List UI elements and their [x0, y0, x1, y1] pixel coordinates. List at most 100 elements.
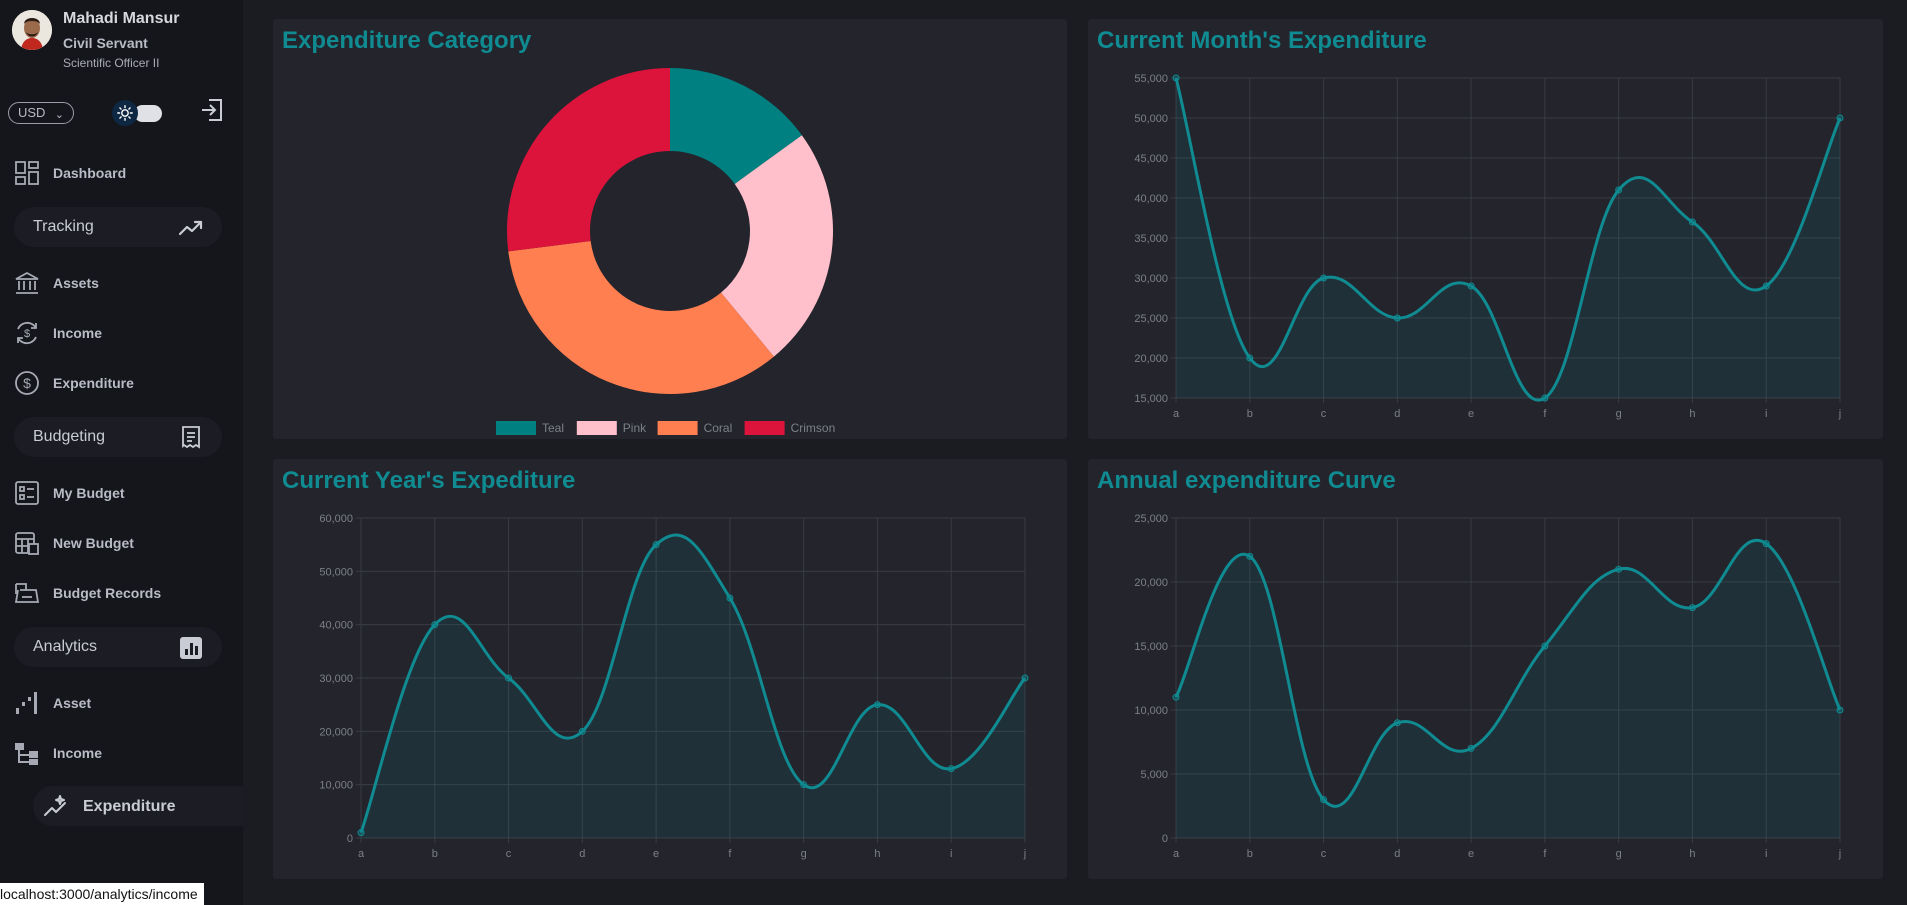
y-tick-label: 30,000: [319, 673, 353, 685]
panel-current-month: Current Month's Expenditure 15,000 20,000…: [1088, 19, 1883, 439]
panel-expenditure-category: Expenditure Category Teal Pink Coral Crimso…: [273, 19, 1067, 439]
legend-label: Pink: [623, 421, 647, 435]
data-point[interactable]: [1320, 796, 1328, 804]
data-point[interactable]: [1467, 282, 1475, 290]
section-budgeting[interactable]: Budgeting: [14, 417, 222, 457]
sparkle-trend-icon: [43, 793, 69, 819]
data-point[interactable]: [1615, 565, 1623, 573]
y-tick-label: 10,000: [1134, 705, 1168, 717]
legend-label: Coral: [704, 421, 733, 435]
y-tick-label: 35,000: [1134, 233, 1168, 245]
y-tick-label: 50,000: [1134, 113, 1168, 125]
data-point[interactable]: [578, 727, 586, 735]
data-point[interactable]: [1762, 540, 1770, 548]
legend-item-teal[interactable]: Teal: [496, 421, 564, 435]
data-point[interactable]: [947, 765, 955, 773]
data-point[interactable]: [1172, 74, 1180, 82]
data-point[interactable]: [1246, 552, 1254, 560]
x-tick-label: h: [1689, 408, 1695, 420]
legend-item-crimson[interactable]: Crimson: [744, 421, 836, 435]
panel-current-year: Current Year's Expediture 0 10,000 20,000 3…: [273, 459, 1067, 879]
theme-toggle[interactable]: [112, 100, 162, 126]
nav-assets[interactable]: Assets: [0, 262, 243, 302]
legend-item-coral[interactable]: Coral: [657, 421, 733, 435]
x-tick-label: d: [579, 848, 585, 860]
section-tracking[interactable]: Tracking: [14, 207, 222, 247]
currency-value: USD: [18, 105, 46, 120]
area-fill: [1176, 540, 1840, 838]
logout-icon[interactable]: [199, 97, 225, 123]
nav-dashboard[interactable]: Dashboard: [0, 152, 243, 192]
data-point[interactable]: [1172, 693, 1180, 701]
nav-analytics-expenditure-label: Expenditure: [83, 798, 176, 815]
data-point[interactable]: [1393, 314, 1401, 322]
nav-income[interactable]: $ Income: [0, 312, 243, 352]
hierarchy-icon: [14, 740, 40, 766]
y-tick-label: 45,000: [1134, 153, 1168, 165]
nav-new-budget[interactable]: New Budget: [0, 522, 243, 562]
y-tick-label: 5,000: [1140, 769, 1168, 781]
toggle-track: [134, 105, 162, 122]
currency-select[interactable]: USD ⌄: [8, 102, 74, 124]
receipt-icon: [178, 425, 204, 451]
donut-slice-coral[interactable]: [508, 241, 774, 394]
avatar[interactable]: [12, 10, 52, 50]
x-tick-label: a: [1173, 848, 1180, 860]
data-point[interactable]: [1541, 642, 1549, 650]
y-tick-label: 30,000: [1134, 273, 1168, 285]
data-point[interactable]: [1246, 354, 1254, 362]
profile-title: Scientific Officer II: [63, 56, 160, 70]
nav-expenditure-label: Expenditure: [53, 375, 134, 391]
data-point[interactable]: [1541, 394, 1549, 402]
data-point[interactable]: [1762, 282, 1770, 290]
y-tick-label: 15,000: [1134, 393, 1168, 405]
section-budgeting-label: Budgeting: [33, 428, 106, 445]
data-point[interactable]: [357, 829, 365, 837]
nav-analytics-asset[interactable]: Asset: [0, 682, 243, 722]
data-point[interactable]: [1467, 744, 1475, 752]
svg-text:$: $: [24, 328, 30, 340]
x-tick-label: a: [1173, 408, 1180, 420]
data-point[interactable]: [726, 594, 734, 602]
data-point[interactable]: [1836, 114, 1844, 122]
x-tick-label: g: [801, 848, 807, 860]
x-tick-label: h: [874, 848, 880, 860]
data-point[interactable]: [1688, 604, 1696, 612]
nav-expenditure[interactable]: $ Expenditure: [0, 362, 243, 402]
legend-swatch: [744, 421, 785, 435]
bar-chart-icon: [178, 635, 204, 661]
data-point[interactable]: [1615, 186, 1623, 194]
legend-item-pink[interactable]: Pink: [576, 421, 647, 435]
svg-text:$: $: [23, 375, 31, 391]
profile-role: Civil Servant: [63, 35, 148, 51]
nav-my-budget[interactable]: My Budget: [0, 472, 243, 512]
dashboard-icon: [14, 160, 40, 186]
nav-analytics-expenditure[interactable]: Expenditure: [33, 786, 243, 826]
nav-analytics-income[interactable]: Income: [0, 732, 243, 772]
y-tick-label: 55,000: [1134, 73, 1168, 85]
data-point[interactable]: [1393, 719, 1401, 727]
y-tick-label: 25,000: [1134, 513, 1168, 525]
data-point[interactable]: [1836, 706, 1844, 714]
x-tick-label: f: [728, 848, 732, 860]
data-point[interactable]: [873, 701, 881, 709]
data-point[interactable]: [505, 674, 513, 682]
profile-name: Mahadi Mansur: [63, 10, 180, 27]
nav-budget-records[interactable]: Budget Records: [0, 572, 243, 612]
dollar-cycle-icon: $: [14, 320, 40, 346]
x-tick-label: b: [1247, 408, 1253, 420]
data-point[interactable]: [652, 541, 660, 549]
sun-icon: [112, 100, 138, 126]
data-point[interactable]: [1021, 674, 1029, 682]
data-point[interactable]: [1688, 218, 1696, 226]
data-point[interactable]: [800, 781, 808, 789]
donut-slice-crimson[interactable]: [507, 68, 670, 252]
data-point[interactable]: [1320, 274, 1328, 282]
data-point[interactable]: [431, 621, 439, 629]
x-tick-label: j: [1838, 408, 1841, 420]
x-tick-label: e: [653, 848, 659, 860]
calculator-icon: [14, 530, 40, 556]
y-tick-label: 40,000: [1134, 193, 1168, 205]
section-analytics[interactable]: Analytics: [14, 627, 222, 667]
line-chart: 0 10,000 20,000 30,000 40,000 50,000 60,000 a b c…: [319, 513, 1029, 860]
